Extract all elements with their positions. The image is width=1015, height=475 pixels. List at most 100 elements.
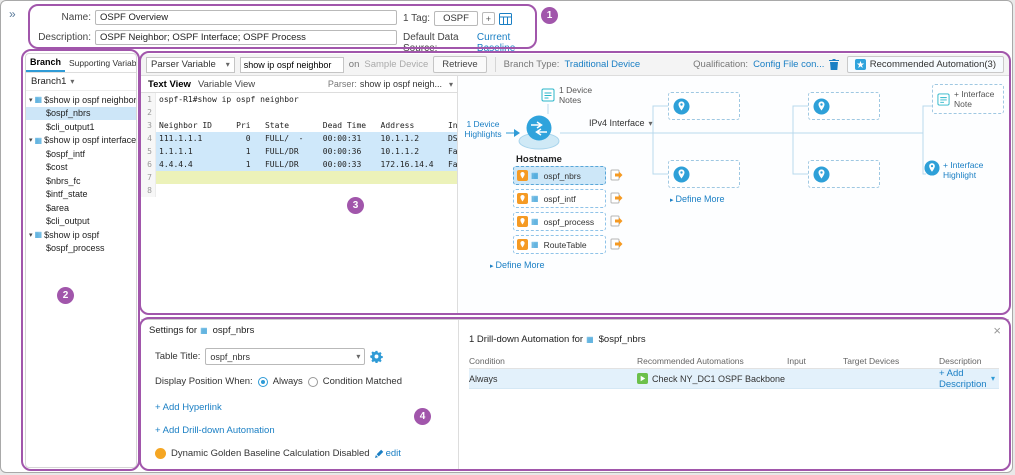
- device-variable-chip-selected[interactable]: ▦ ospf_nbrs: [513, 166, 606, 185]
- define-more-interfaces-link[interactable]: ▸Define More: [670, 194, 725, 204]
- name-input[interactable]: [95, 10, 397, 25]
- device-highlights-label[interactable]: 1 Device Highlights: [460, 119, 506, 139]
- add-tag-button[interactable]: +: [482, 12, 495, 25]
- table-icon: ▦: [531, 217, 539, 226]
- chevron-down-icon: ▾: [70, 77, 74, 86]
- golden-baseline-label: Dynamic Golden Baseline Calculation Disa…: [171, 448, 370, 459]
- tab-branch[interactable]: Branch: [26, 54, 65, 72]
- ipv4-interface-label: IPv4 Interface: [589, 118, 645, 128]
- description-input[interactable]: [95, 30, 397, 45]
- highlight-badge-icon: [517, 193, 528, 204]
- tree-node-variable[interactable]: $area: [26, 201, 136, 215]
- automation-name[interactable]: Check NY_DC1 OSPF Backbone: [652, 374, 785, 384]
- line-number: 6: [141, 158, 156, 171]
- drilldown-table-row[interactable]: Always Check NY_DC1 OSPF Backbone + Add …: [469, 369, 999, 389]
- line-text: [156, 171, 457, 184]
- device-variable-chip[interactable]: ▦ ospf_process: [513, 212, 606, 231]
- code-line[interactable]: 2: [141, 106, 457, 119]
- chip-export-icon[interactable]: [610, 238, 623, 250]
- expand-icon[interactable]: ▾: [29, 96, 33, 104]
- qualification-value[interactable]: Config File con...: [753, 59, 824, 70]
- line-text: Neighbor ID Pri State Dead Time Address …: [156, 119, 457, 132]
- sample-device-field[interactable]: Sample Device: [364, 59, 428, 70]
- data-source-row: Default Data Source: Current Baseline: [403, 32, 533, 54]
- data-source-value[interactable]: Current Baseline: [477, 32, 533, 54]
- tree-node-variable[interactable]: $ospf_intf: [26, 147, 136, 161]
- device-variable-chip[interactable]: ▦ RouteTable: [513, 235, 606, 254]
- chip-export-icon[interactable]: [610, 215, 623, 227]
- drilldown-variable-name: $ospf_nbrs: [599, 334, 646, 345]
- interface-highlight-slot[interactable]: [808, 92, 880, 120]
- gear-icon[interactable]: [370, 350, 383, 363]
- tree-label: $nbrs_fc: [46, 176, 81, 186]
- code-line[interactable]: 3Neighbor ID Pri State Dead Time Address…: [141, 119, 457, 132]
- tree-node-variable[interactable]: $ospf_process: [26, 242, 136, 256]
- tab-supporting-variable[interactable]: Supporting Variable: [65, 54, 136, 72]
- code-line-highlighted[interactable]: 4111.1.1.1 0 FULL/ - 00:00:31 10.1.1.2 D…: [141, 132, 457, 145]
- router-icon[interactable]: [518, 114, 560, 150]
- line-text: ospf-R1#show ip ospf neighbor: [156, 93, 457, 106]
- table-title-label: Table Title:: [155, 351, 200, 362]
- parser-dropdown[interactable]: Parser: show ip ospf neigh... ▾: [328, 79, 453, 89]
- add-drilldown-automation-link[interactable]: + Add Drill-down Automation: [155, 425, 275, 436]
- radio-condition-matched[interactable]: [308, 377, 318, 387]
- table-icon: ▦: [531, 171, 539, 180]
- tree-node-variable-selected[interactable]: $ospf_nbrs: [26, 107, 136, 121]
- interface-highlight-slot[interactable]: [668, 92, 740, 120]
- table-title-select[interactable]: ospf_nbrs ▾: [205, 348, 365, 365]
- code-line-highlighted[interactable]: 64.4.4.4 1 FULL/DR 00:00:33 172.16.14.4 …: [141, 158, 457, 171]
- tree-label: $show ip ospf: [44, 230, 99, 240]
- tree-node-command[interactable]: ▾▦$show ip ospf interface bri...: [26, 134, 136, 148]
- ipv4-interface-dropdown[interactable]: IPv4 Interface▾: [589, 118, 653, 128]
- expand-icon[interactable]: ▾: [29, 136, 33, 144]
- device-notes-label[interactable]: 1 Device Notes: [559, 85, 601, 105]
- collapse-panel-icon[interactable]: »: [9, 7, 16, 21]
- line-text: 1.1.1.1 1 FULL/DR 00:00:36 10.1.1.2 Fa: [156, 145, 457, 158]
- add-interface-highlight[interactable]: + Interface Highlight: [924, 160, 993, 180]
- tree-node-variable[interactable]: $cli_output: [26, 215, 136, 229]
- annotation-step-1: 1: [541, 7, 558, 24]
- code-line-highlighted[interactable]: 51.1.1.1 1 FULL/DR 00:00:36 10.1.1.2 Fa: [141, 145, 457, 158]
- sample-text-editor[interactable]: 1ospf-R1#show ip ospf neighbor 2 3Neighb…: [141, 93, 457, 197]
- code-line[interactable]: 1ospf-R1#show ip ospf neighbor: [141, 93, 457, 106]
- chip-export-icon[interactable]: [610, 169, 623, 181]
- chip-export-icon[interactable]: [610, 192, 623, 204]
- add-hyperlink-link[interactable]: + Add Hyperlink: [155, 402, 222, 413]
- add-interface-note[interactable]: + Interface Note: [932, 84, 1004, 114]
- tree-node-command[interactable]: ▾▦$show ip ospf neighbor: [26, 93, 136, 107]
- tree-node-variable[interactable]: $cli_output1: [26, 120, 136, 134]
- sidebar-tabs: Branch Supporting Variable: [26, 54, 136, 73]
- branch-selector[interactable]: Branch1 ▾: [26, 73, 136, 91]
- trash-icon[interactable]: [829, 59, 839, 70]
- branch-type-value[interactable]: Traditional Device: [564, 59, 640, 70]
- command-input[interactable]: [240, 57, 344, 73]
- interface-highlight-slot[interactable]: [668, 160, 740, 188]
- edit-link[interactable]: edit: [375, 448, 401, 459]
- device-variable-chip[interactable]: ▦ ospf_intf: [513, 189, 606, 208]
- highlight-badge-icon: [517, 170, 528, 181]
- radio-always[interactable]: [258, 377, 268, 387]
- code-line-cursor[interactable]: 7: [141, 171, 457, 184]
- tag-chip[interactable]: OSPF: [434, 11, 478, 26]
- tree-node-variable[interactable]: $intf_state: [26, 188, 136, 202]
- tree-label: $area: [46, 203, 69, 213]
- expand-icon[interactable]: ▾: [29, 231, 33, 239]
- code-line[interactable]: 8: [141, 184, 457, 197]
- tag-manager-icon[interactable]: [499, 12, 512, 25]
- chevron-down-icon[interactable]: ▾: [991, 374, 995, 383]
- golden-baseline-row: Dynamic Golden Baseline Calculation Disa…: [155, 448, 401, 459]
- tab-text-view[interactable]: Text View: [148, 79, 191, 90]
- tree-node-command[interactable]: ▾▦$show ip ospf: [26, 228, 136, 242]
- tab-variable-view[interactable]: Variable View: [198, 79, 255, 90]
- parser-variable-select[interactable]: Parser Variable ▾: [146, 57, 235, 73]
- recommended-automation-button[interactable]: Recommended Automation(3): [847, 56, 1004, 73]
- drilldown-title: 1 Drill-down Automation for ▦ $ospf_nbrs: [469, 334, 646, 345]
- define-more-device-link[interactable]: ▸Define More: [490, 260, 545, 270]
- retrieve-button[interactable]: Retrieve: [433, 56, 486, 73]
- device-note-icon[interactable]: [541, 88, 555, 102]
- chevron-down-icon: ▾: [449, 80, 453, 89]
- column-description: Description: [939, 356, 999, 366]
- tree-node-variable[interactable]: $nbrs_fc: [26, 174, 136, 188]
- tree-node-variable[interactable]: $cost: [26, 161, 136, 175]
- interface-highlight-slot[interactable]: [808, 160, 880, 188]
